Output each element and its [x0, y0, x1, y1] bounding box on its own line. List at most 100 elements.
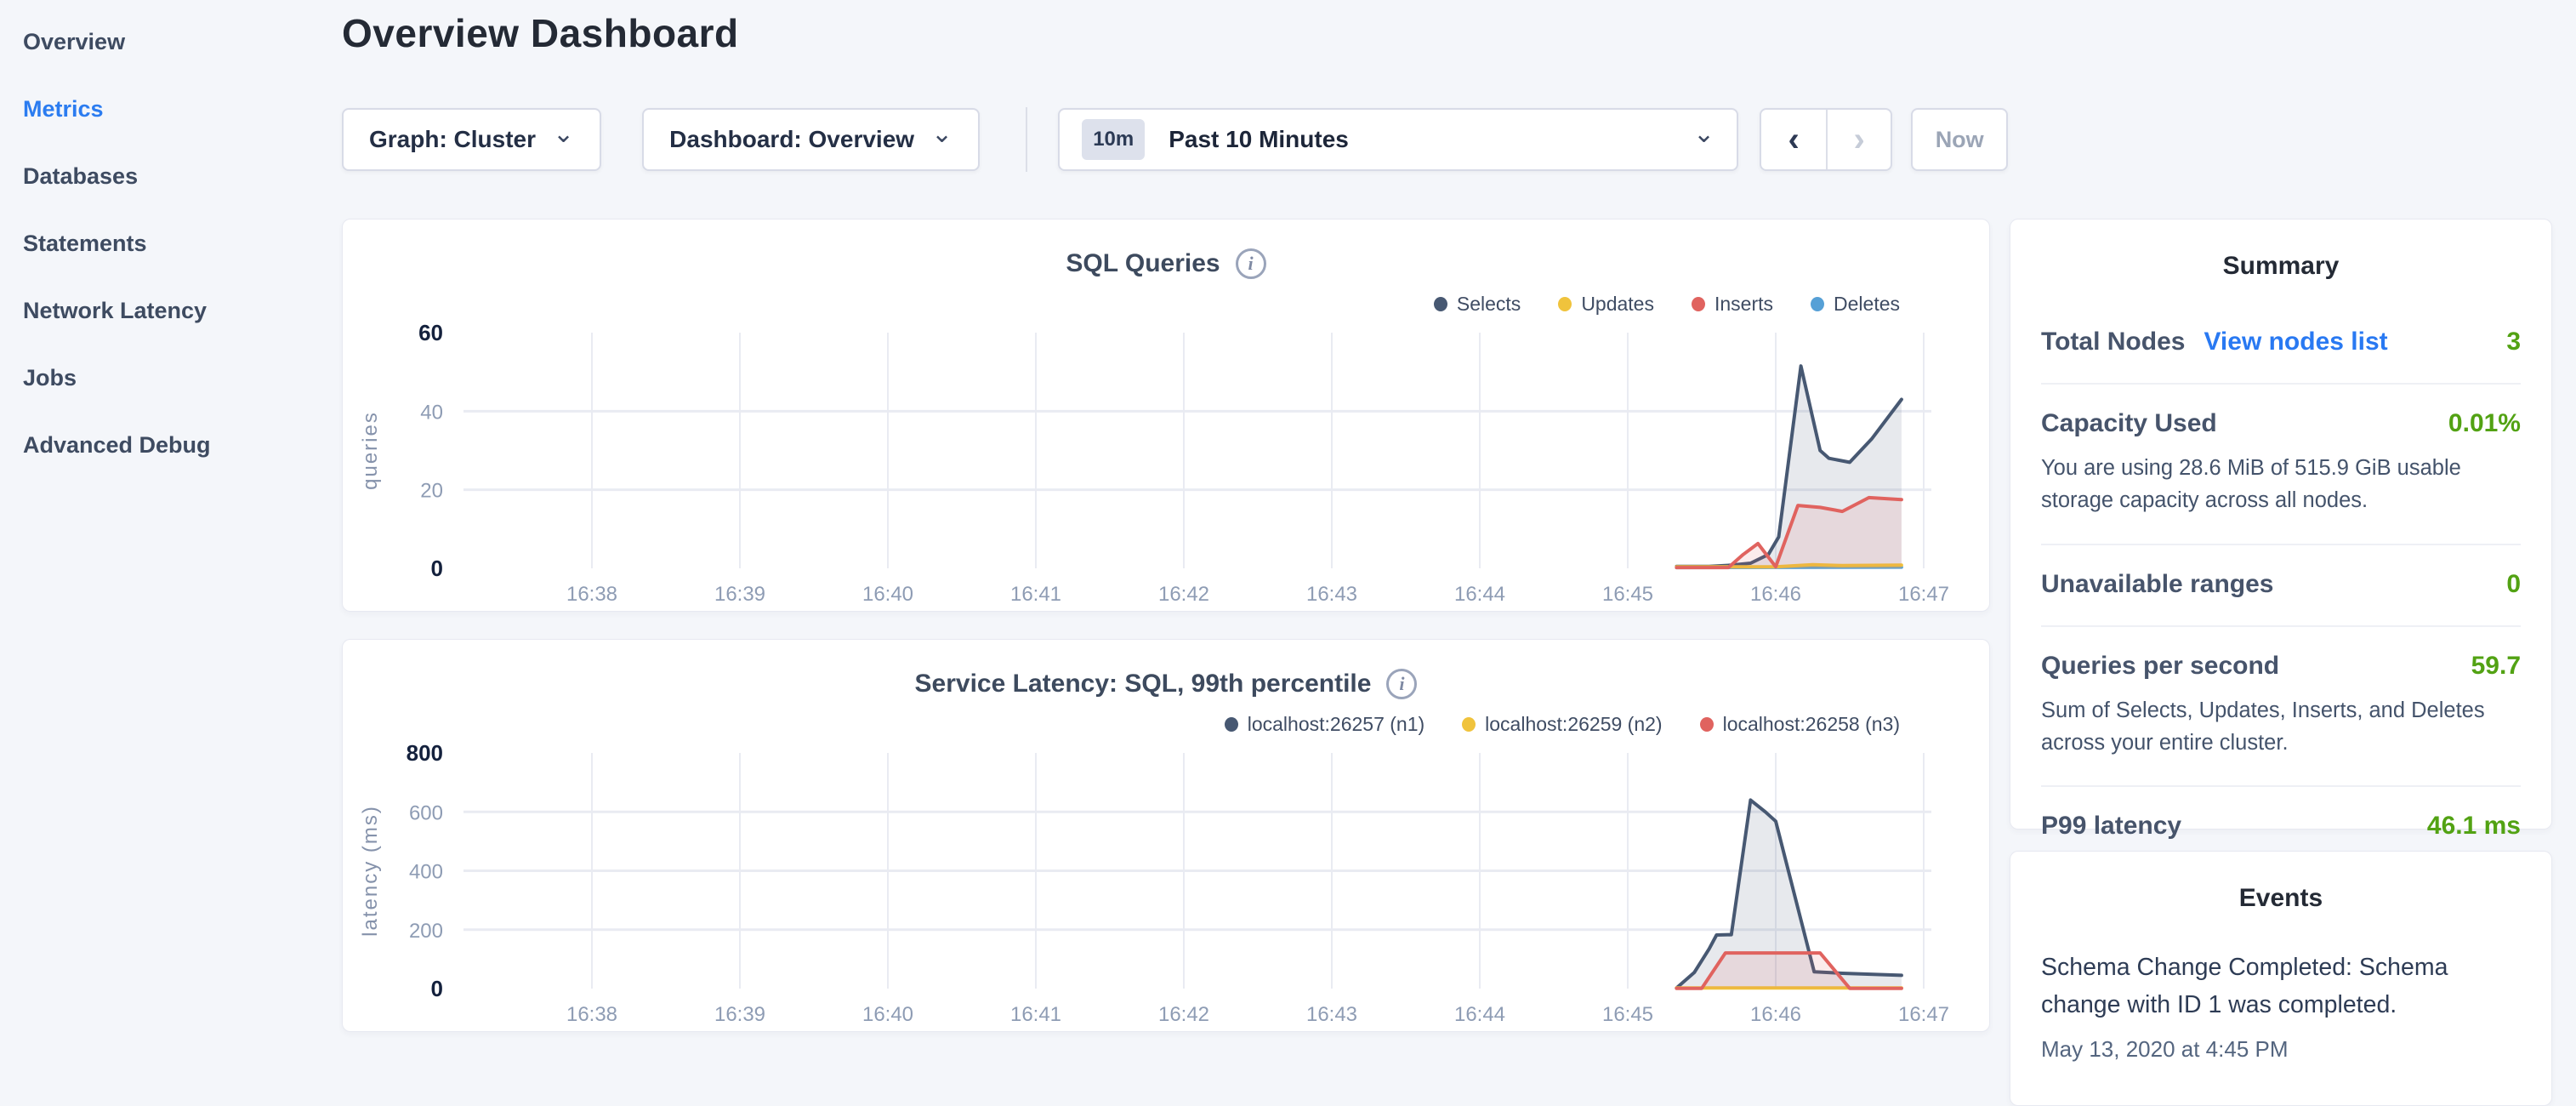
svg-text:latency (ms): latency (ms)	[359, 805, 382, 937]
total-nodes-value: 3	[2506, 328, 2521, 356]
charts-column: SQL Queries i SelectsUpdatesInsertsDelet…	[342, 219, 1990, 1106]
svg-text:16:45: 16:45	[1602, 583, 1653, 606]
dashboard-dropdown[interactable]: Dashboard: Overview ⌄	[642, 108, 980, 171]
time-window-selector[interactable]: 10m Past 10 Minutes ⌄	[1058, 108, 1738, 171]
summary-row-capacity-used: Capacity Used 0.01% You are using 28.6 M…	[2041, 385, 2521, 545]
svg-text:16:43: 16:43	[1306, 1003, 1357, 1026]
summary-row-unavailable-ranges: Unavailable ranges 0	[2041, 545, 2521, 627]
total-nodes-label: Total Nodes	[2041, 328, 2185, 356]
legend-label: localhost:26258 (n3)	[1723, 713, 1900, 736]
sql-queries-card: SQL Queries i SelectsUpdatesInsertsDelet…	[342, 219, 1990, 612]
sidebar-item-databases[interactable]: Databases	[0, 143, 323, 210]
svg-text:16:39: 16:39	[714, 583, 765, 606]
sidebar-item-jobs[interactable]: Jobs	[0, 345, 323, 412]
svg-text:0: 0	[431, 556, 443, 581]
legend-dot-icon	[1811, 297, 1824, 311]
graph-dropdown[interactable]: Graph: Cluster ⌄	[342, 108, 601, 171]
sidebar-item-metrics[interactable]: Metrics	[0, 76, 323, 143]
capacity-used-value: 0.01%	[2448, 409, 2521, 438]
svg-text:16:43: 16:43	[1306, 583, 1357, 606]
svg-text:16:41: 16:41	[1010, 583, 1061, 606]
sidebar-item-overview[interactable]: Overview	[0, 9, 323, 76]
svg-text:60: 60	[418, 320, 443, 345]
p99-latency-label: P99 latency	[2041, 812, 2181, 841]
summary-row-queries-per-second: Queries per second 59.7 Sum of Selects, …	[2041, 627, 2521, 788]
svg-text:800: 800	[407, 740, 443, 766]
service-latency-legend: localhost:26257 (n1) localhost:26259 (n2)…	[1225, 713, 1900, 736]
dashboard-dropdown-label: Dashboard: Overview	[669, 126, 914, 153]
svg-text:16:42: 16:42	[1158, 583, 1209, 606]
legend-label: Deletes	[1834, 293, 1900, 316]
svg-text:600: 600	[409, 801, 443, 824]
svg-text:16:45: 16:45	[1602, 1003, 1653, 1026]
legend-label: Updates	[1581, 293, 1654, 316]
events-title: Events	[2041, 884, 2521, 913]
svg-text:16:40: 16:40	[862, 583, 913, 606]
unavailable-ranges-label: Unavailable ranges	[2041, 570, 2273, 599]
svg-text:16:38: 16:38	[566, 1003, 617, 1026]
sidebar-item-network-latency[interactable]: Network Latency	[0, 277, 323, 345]
unavailable-ranges-value: 0	[2506, 570, 2521, 599]
now-button[interactable]: Now	[1911, 108, 2008, 171]
svg-text:200: 200	[409, 920, 443, 943]
summary-row-total-nodes: Total Nodes View nodes list 3	[2041, 303, 2521, 385]
info-icon[interactable]: i	[1386, 669, 1417, 699]
svg-text:16:38: 16:38	[566, 583, 617, 606]
event-message[interactable]: Schema Change Completed: Schema change w…	[2041, 949, 2521, 1024]
time-window-badge: 10m	[1082, 119, 1145, 160]
legend-dot-icon	[1225, 717, 1238, 732]
page-title: Overview Dashboard	[342, 10, 739, 56]
legend-label: Inserts	[1714, 293, 1773, 316]
events-panel: Events Schema Change Completed: Schema c…	[2010, 851, 2552, 1106]
capacity-used-description: You are using 28.6 MiB of 515.9 GiB usab…	[2041, 452, 2521, 517]
legend-item: localhost:26258 (n3)	[1700, 713, 1900, 736]
summary-title: Summary	[2041, 252, 2521, 281]
p99-latency-value: 46.1 ms	[2427, 812, 2521, 841]
service-latency-card: Service Latency: SQL, 99th percentile i …	[342, 639, 1990, 1032]
chevron-down-icon: ⌄	[931, 122, 952, 147]
svg-text:20: 20	[420, 480, 443, 503]
queries-per-second-description: Sum of Selects, Updates, Inserts, and De…	[2041, 694, 2521, 760]
legend-label: localhost:26259 (n2)	[1485, 713, 1662, 736]
service-latency-title: Service Latency: SQL, 99th percentile	[915, 670, 1372, 698]
time-forward-button[interactable]: ›	[1826, 110, 1891, 169]
view-nodes-list-link[interactable]: View nodes list	[2204, 328, 2387, 356]
legend-label: Selects	[1457, 293, 1521, 316]
queries-per-second-value: 59.7	[2471, 652, 2521, 681]
svg-text:0: 0	[431, 976, 443, 1001]
legend-item: Selects	[1434, 293, 1521, 316]
sidebar-item-advanced-debug[interactable]: Advanced Debug	[0, 412, 323, 479]
legend-item: Updates	[1558, 293, 1654, 316]
svg-text:16:44: 16:44	[1454, 583, 1505, 606]
right-column: Summary Total Nodes View nodes list 3 Ca…	[2010, 219, 2552, 1106]
info-icon[interactable]: i	[1236, 248, 1266, 279]
graph-dropdown-label: Graph: Cluster	[369, 126, 536, 153]
sql-queries-legend: Selects Updates Inserts Deletes	[1434, 293, 1900, 316]
legend-dot-icon	[1462, 717, 1476, 732]
legend-dot-icon	[1700, 717, 1714, 732]
svg-text:queries: queries	[359, 411, 382, 490]
main-content: SQL Queries i SelectsUpdatesInsertsDelet…	[342, 219, 2552, 1106]
time-nav-group: ‹ ›	[1760, 108, 1892, 171]
svg-text:400: 400	[409, 861, 443, 884]
sidebar-item-statements[interactable]: Statements	[0, 210, 323, 277]
legend-dot-icon	[1434, 297, 1447, 311]
svg-text:16:46: 16:46	[1750, 1003, 1801, 1026]
svg-text:16:44: 16:44	[1454, 1003, 1505, 1026]
legend-dot-icon	[1692, 297, 1705, 311]
chevron-down-icon: ⌄	[553, 122, 574, 147]
time-back-button[interactable]: ‹	[1761, 110, 1826, 169]
legend-dot-icon	[1558, 297, 1572, 311]
summary-panel: Summary Total Nodes View nodes list 3 Ca…	[2010, 219, 2552, 830]
svg-text:16:47: 16:47	[1898, 1003, 1949, 1026]
legend-item: localhost:26259 (n2)	[1462, 713, 1662, 736]
svg-text:16:41: 16:41	[1010, 1003, 1061, 1026]
legend-label: localhost:26257 (n1)	[1248, 713, 1424, 736]
sidebar: Overview Metrics Databases Statements Ne…	[0, 0, 323, 479]
time-window-label: Past 10 Minutes	[1169, 126, 1693, 153]
svg-text:16:40: 16:40	[862, 1003, 913, 1026]
toolbar: Graph: Cluster ⌄ Dashboard: Overview ⌄ 1…	[342, 108, 2008, 171]
capacity-used-label: Capacity Used	[2041, 409, 2217, 438]
legend-item: Deletes	[1811, 293, 1900, 316]
queries-per-second-label: Queries per second	[2041, 652, 2279, 681]
